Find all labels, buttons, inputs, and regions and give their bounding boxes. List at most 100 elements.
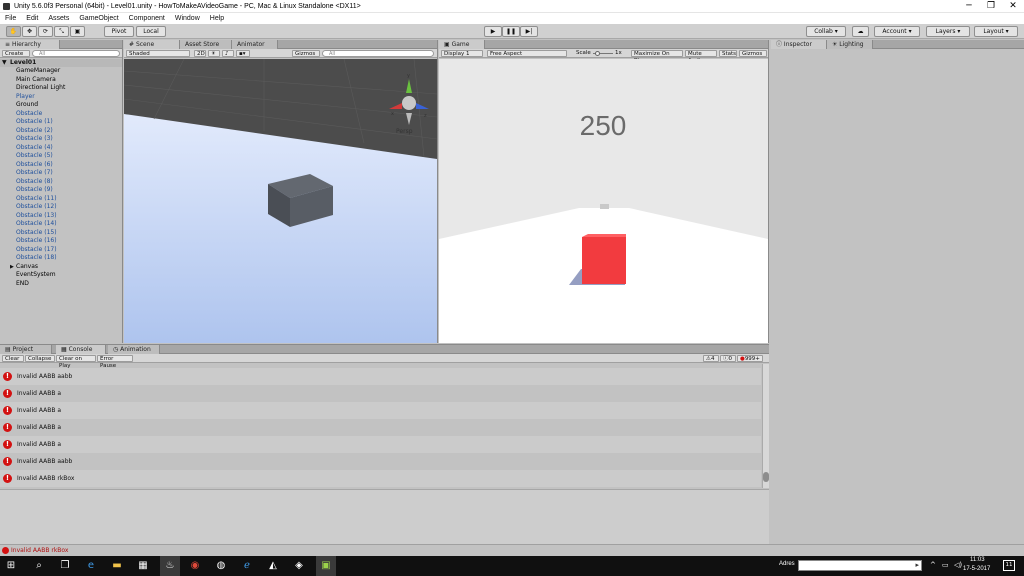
hierarchy-item[interactable]: Main Camera (16, 76, 56, 84)
hierarchy-item[interactable]: Obstacle (16, 110, 42, 118)
hierarchy-search-input[interactable]: All (32, 50, 120, 57)
ie-icon[interactable]: ℯ (240, 559, 254, 573)
menu-edit[interactable]: Edit (21, 13, 43, 24)
expand-arrow-icon[interactable]: ▶ (10, 263, 14, 271)
hierarchy-item[interactable]: Obstacle (18) (16, 254, 57, 262)
hierarchy-item[interactable]: Player (16, 93, 35, 101)
minimize-button[interactable]: ─ (958, 0, 980, 13)
scene-search-input[interactable]: All (322, 50, 434, 57)
task-view-icon[interactable]: ❐ (58, 559, 72, 573)
menu-assets[interactable]: Assets (43, 13, 74, 24)
store-icon[interactable]: ▦ (136, 559, 150, 573)
shading-mode-dropdown[interactable]: Shaded (126, 50, 190, 57)
start-menu-icon[interactable]: ⊞ (4, 559, 18, 573)
hierarchy-item[interactable]: Obstacle (11) (16, 195, 57, 203)
hierarchy-item[interactable]: Obstacle (9) (16, 186, 53, 194)
tab-inspector[interactable]: ⓘ Inspector (771, 40, 827, 49)
console-log-row[interactable]: ! Invalid AABB aabb (0, 453, 761, 470)
2d-toggle[interactable]: 2D (194, 50, 206, 57)
pause-button[interactable]: ❚❚ (502, 26, 520, 37)
persp-label[interactable]: Persp (396, 128, 413, 135)
hierarchy-item[interactable]: Obstacle (12) (16, 203, 57, 211)
hierarchy-item[interactable]: Obstacle (6) (16, 161, 53, 169)
tab-animator[interactable]: Animator (232, 40, 278, 49)
move-tool-icon[interactable]: ✥ (22, 26, 37, 37)
error-pause-toggle[interactable]: Error Pause (97, 355, 133, 369)
hierarchy-item[interactable]: EventSystem (16, 271, 56, 279)
clear-on-play-toggle[interactable]: Clear on Play (56, 355, 96, 369)
clock-time[interactable]: 11:03 (970, 557, 985, 563)
scene-root-row[interactable]: ▼ Level01 (0, 59, 122, 67)
game-window-icon[interactable]: ▣ (316, 556, 336, 576)
layout-dropdown[interactable]: Layout ▾ (974, 26, 1018, 37)
collab-dropdown[interactable]: Collab ▾ (806, 26, 846, 37)
menu-file[interactable]: File (0, 13, 21, 24)
hierarchy-item[interactable]: Obstacle (14) (16, 220, 57, 228)
hierarchy-item[interactable]: Obstacle (3) (16, 135, 53, 143)
search-icon[interactable]: ⌕ (32, 559, 46, 573)
address-input[interactable]: ▸ (798, 560, 922, 571)
menu-help[interactable]: Help (205, 13, 229, 24)
console-log-row[interactable]: ! Invalid AABB a (0, 402, 761, 419)
hierarchy-item[interactable]: Obstacle (13) (16, 212, 57, 220)
hierarchy-item[interactable]: GameManager (16, 67, 60, 75)
hierarchy-item[interactable]: Obstacle (15) (16, 229, 57, 237)
pivot-toggle[interactable]: Pivot (104, 26, 134, 37)
error-filter-toggle[interactable]: ●999+ (737, 355, 763, 362)
tab-lighting[interactable]: ☀ Lighting (827, 40, 873, 49)
collapse-toggle[interactable]: Collapse (25, 355, 55, 362)
console-log-row[interactable]: ! Invalid AABB a (0, 385, 761, 402)
tab-hierarchy[interactable]: ≡ Hierarchy (0, 40, 60, 49)
hierarchy-item[interactable]: Obstacle (5) (16, 152, 53, 160)
warning-filter-toggle[interactable]: ⚠4 (703, 355, 719, 362)
tray-chevron-icon[interactable]: ^ (930, 561, 936, 569)
tab-project[interactable]: ▤ Project (0, 345, 52, 354)
stats-toggle[interactable]: Stats (719, 50, 737, 57)
mute-audio-toggle[interactable]: Mute Audio (685, 50, 717, 64)
hierarchy-item[interactable]: Canvas (16, 263, 38, 271)
scene-gizmos-dropdown[interactable]: Gizmos ▾ (292, 50, 320, 64)
hierarchy-item[interactable]: END (16, 280, 29, 288)
display-dropdown[interactable]: Display 1 (441, 50, 483, 57)
volume-icon[interactable]: ◁) (954, 561, 962, 569)
effects-dropdown-icon[interactable]: ▪▾ (236, 50, 250, 57)
chrome-icon[interactable]: ◉ (188, 559, 202, 573)
clock-date[interactable]: 17-5-2017 (963, 566, 990, 572)
notification-center-icon[interactable]: 11 (1003, 560, 1015, 571)
hierarchy-item[interactable]: Ground (16, 101, 38, 109)
step-button[interactable]: ▶| (520, 26, 538, 37)
rect-tool-icon[interactable]: ▣ (70, 26, 85, 37)
clear-button[interactable]: Clear (2, 355, 24, 362)
app-icon[interactable]: ◍ (214, 559, 228, 573)
create-dropdown[interactable]: Create ▾ (2, 50, 30, 64)
cloud-icon[interactable]: ☁ (852, 26, 869, 37)
console-scrollbar[interactable] (762, 364, 769, 488)
console-log-row[interactable]: ! Invalid AABB a (0, 419, 761, 436)
lighting-toggle-icon[interactable]: ☀ (208, 50, 220, 57)
console-log-row[interactable]: ! Invalid AABB rkBox (0, 470, 761, 487)
close-button[interactable]: ✕ (1002, 0, 1024, 13)
console-scrollbar-thumb[interactable] (763, 472, 769, 482)
tab-console[interactable]: ▦ Console (56, 345, 106, 354)
tab-scene[interactable]: # Scene (124, 40, 180, 49)
expand-arrow-icon[interactable]: ▼ (2, 59, 7, 67)
menu-window[interactable]: Window (170, 13, 205, 24)
rotate-tool-icon[interactable]: ⟳ (38, 26, 53, 37)
scene-viewport[interactable]: y x z Persp (124, 59, 437, 343)
network-icon[interactable]: ▭ (942, 561, 949, 569)
steam-icon[interactable]: ♨ (160, 556, 180, 576)
hierarchy-item[interactable]: Directional Light (16, 84, 65, 92)
play-button[interactable]: ▶ (484, 26, 502, 37)
console-log-row[interactable]: ! Invalid AABB a (0, 436, 761, 453)
hierarchy-item[interactable]: Obstacle (8) (16, 178, 53, 186)
local-toggle[interactable]: Local (136, 26, 166, 37)
maximize-button[interactable]: ❐ (980, 0, 1002, 13)
info-filter-toggle[interactable]: ⓘ0 (720, 355, 736, 362)
hierarchy-item[interactable]: Obstacle (7) (16, 169, 53, 177)
account-dropdown[interactable]: Account ▾ (874, 26, 920, 37)
status-message[interactable]: Invalid AABB rkBox (11, 545, 68, 556)
file-explorer-icon[interactable]: ▬ (110, 559, 124, 573)
hand-tool-icon[interactable]: ✋ (6, 26, 21, 37)
tab-animation[interactable]: ◷ Animation (108, 345, 160, 354)
layers-dropdown[interactable]: Layers ▾ (926, 26, 970, 37)
